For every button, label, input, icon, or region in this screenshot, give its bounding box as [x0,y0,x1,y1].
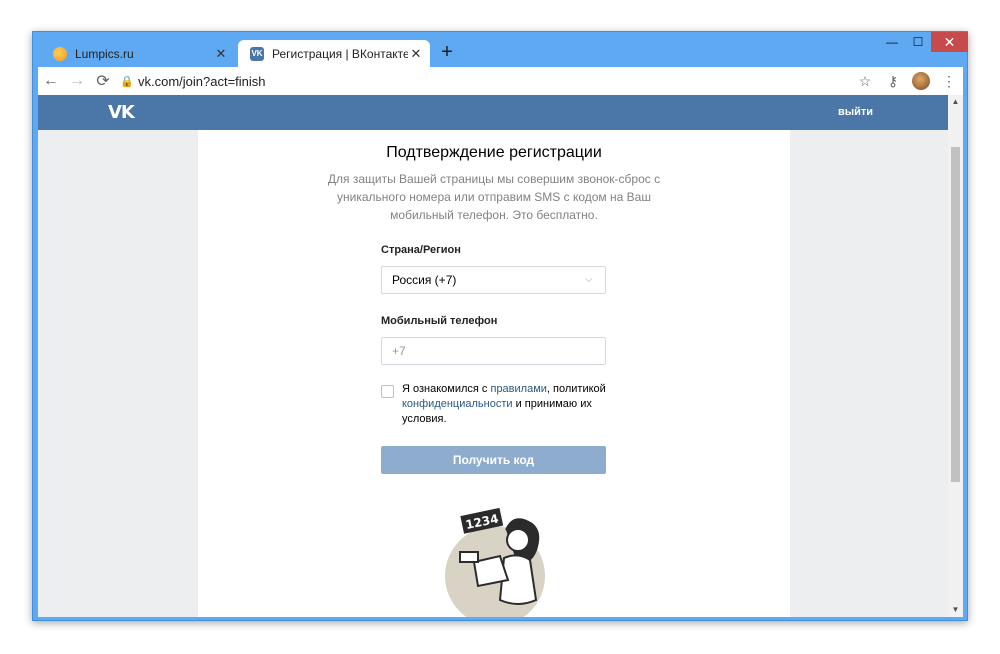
menu-icon[interactable]: ⋮ [935,68,963,94]
lock-icon[interactable]: 🔒 [116,75,138,88]
terms-text: Я ознакомился с правилами, политикой кон… [402,382,612,427]
reload-button[interactable]: ⟳ [90,68,116,94]
terms-checkbox[interactable] [381,385,394,398]
phone-label: Мобильный телефон [381,315,498,327]
description: Для защиты Вашей страницы мы совершим зв… [327,172,661,222]
scroll-down-arrow-icon[interactable]: ▼ [948,603,963,617]
forward-button[interactable]: → [64,68,90,94]
avatar [912,72,930,90]
terms-part: Я ознакомился с [402,383,491,395]
terms-part: , политикой [546,383,606,395]
minimize-button[interactable]: — [879,32,905,52]
phone-placeholder: +7 [392,344,406,358]
page-title: Подтверждение регистрации [386,144,602,161]
vk-favicon-icon: VK [250,46,264,61]
tab-strip: Lumpics.ru ✕ VK Регистрация | ВКонтакте … [33,32,968,67]
phone-input[interactable]: +7 [381,337,606,365]
tab-lumpics[interactable]: Lumpics.ru ✕ [41,40,235,67]
tab-vk-registration[interactable]: VK Регистрация | ВКонтакте ✕ [238,40,430,67]
profile-avatar[interactable] [907,68,935,94]
vk-logo[interactable]: VK [108,102,135,123]
country-label: Страна/Регион [381,244,461,256]
lumpics-favicon-icon [53,46,67,61]
browser-window: Lumpics.ru ✕ VK Регистрация | ВКонтакте … [32,31,968,621]
tab-title: Регистрация | ВКонтакте [272,46,408,61]
maximize-button[interactable]: ☐ [905,32,931,52]
logout-link[interactable]: выйти [838,106,873,118]
rules-link[interactable]: правилами [490,383,546,395]
browser-toolbar: ← → ⟳ 🔒 vk.com/join?act=finish ☆ ⚷ ⋮ [38,67,963,95]
vk-header: VK выйти [38,95,948,130]
url-text[interactable]: vk.com/join?act=finish [138,74,266,89]
phone-call-illustration: 1234 [445,507,545,617]
get-code-button[interactable]: Получить код [381,446,606,474]
scroll-up-arrow-icon[interactable]: ▲ [948,95,963,109]
country-select[interactable]: Россия (+7) ⌵ [381,266,606,294]
privacy-link[interactable]: конфиденциальности [402,398,513,410]
scrollbar-thumb[interactable] [951,147,960,482]
bookmark-star-icon[interactable]: ☆ [851,68,879,94]
vertical-scrollbar[interactable]: ▲ ▼ [948,95,963,617]
country-value: Россия (+7) [392,273,457,287]
tab-title: Lumpics.ru [75,46,134,61]
back-button[interactable]: ← [38,68,64,94]
page-viewport: VK выйти Подтверждение регистрации Для з… [38,95,963,617]
chevron-down-icon: ⌵ [585,274,593,285]
address-bar[interactable]: 🔒 vk.com/join?act=finish [116,68,851,94]
tab-close-icon[interactable]: ✕ [213,46,229,62]
registration-card: Подтверждение регистрации Для защиты Ваш… [198,130,790,617]
new-tab-button[interactable]: + [437,42,457,63]
tab-close-icon[interactable]: ✕ [408,46,424,62]
key-icon[interactable]: ⚷ [879,68,907,94]
window-close-button[interactable]: ✕ [931,32,968,52]
